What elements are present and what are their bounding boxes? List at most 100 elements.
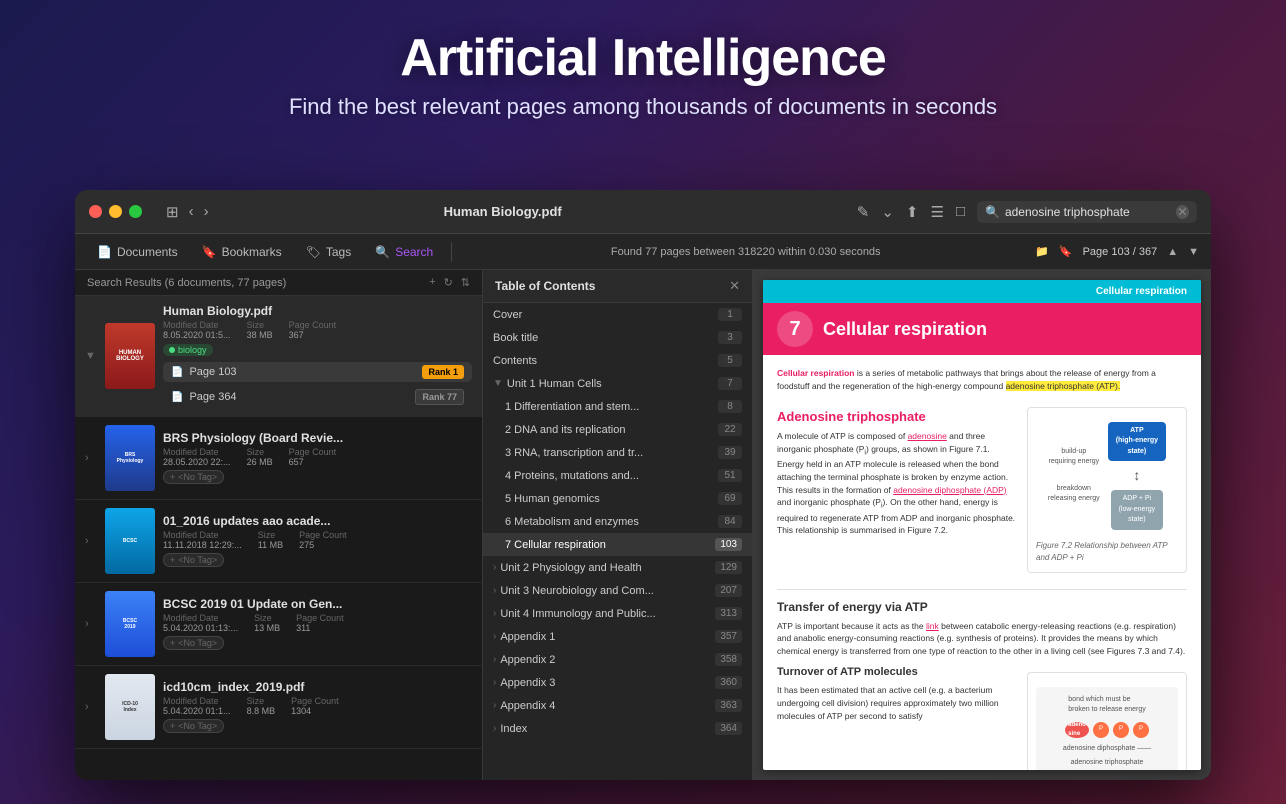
- modified-value-2: 28.05.2020 22:...: [163, 457, 231, 467]
- toc-ch1[interactable]: 1 Differentiation and stem... 8: [483, 395, 752, 418]
- size-value-4: 13 MB: [254, 623, 280, 633]
- global-search-bar[interactable]: 🔍 ✕: [977, 201, 1197, 223]
- doc-info-3: 01_2016 updates aao acade... Modified Da…: [163, 514, 472, 568]
- doc-name-4: BCSC 2019 01 Update on Gen...: [163, 597, 472, 611]
- doc-item-human-biology[interactable]: ▼ HUMANBIOLOGY Human Biology.pdf Modifie…: [75, 296, 482, 417]
- toc-ch7[interactable]: 7 Cellular respiration 103: [483, 533, 752, 556]
- atp-diagram: build-uprequiring energy breakdownreleas…: [1036, 416, 1178, 536]
- add-icon[interactable]: +: [429, 276, 435, 289]
- toc-appendix1[interactable]: › Appendix 1 357: [483, 625, 752, 648]
- share-icon[interactable]: ⬆: [906, 203, 919, 221]
- doc-tag-3[interactable]: + <No Tag>: [163, 553, 224, 567]
- toc-close-button[interactable]: ✕: [729, 278, 740, 294]
- toc-ch5[interactable]: 5 Human genomics 69: [483, 487, 752, 510]
- toc-ch4-page: 51: [718, 469, 742, 482]
- toc-book-title[interactable]: Book title 3: [483, 326, 752, 349]
- toc-list: Cover 1 Book title 3 Contents 5 ▼ Unit 1…: [483, 303, 752, 780]
- toc-unit2[interactable]: › Unit 2 Physiology and Health 129: [483, 556, 752, 579]
- doc-meta-2: Modified Date 28.05.2020 22:... Size 26 …: [163, 447, 472, 467]
- toc-unit3[interactable]: › Unit 3 Neurobiology and Com... 207: [483, 579, 752, 602]
- tab-bookmarks[interactable]: 🔖 Bookmarks: [192, 241, 292, 263]
- sidebar: Search Results (6 documents, 77 pages) +…: [75, 270, 483, 780]
- modified-label-2: Modified Date: [163, 447, 231, 457]
- traffic-lights: [89, 205, 142, 218]
- page-result-364[interactable]: 📄 Page 364 Rank 77: [163, 386, 472, 408]
- pdf-para3: It has been estimated that an active cel…: [777, 684, 1017, 722]
- minimize-button[interactable]: [109, 205, 122, 218]
- doc-chevron-2: ›: [85, 452, 97, 464]
- pagecount-label-1: Page Count: [289, 320, 337, 330]
- pdf-area[interactable]: Cellular respiration 7 Cellular respirat…: [753, 270, 1211, 780]
- doc-tag-2[interactable]: + <No Tag>: [163, 470, 224, 484]
- breakdown-label: breakdownreleasing energy: [1048, 484, 1100, 505]
- doc-tag-4[interactable]: + <No Tag>: [163, 636, 224, 650]
- toc-ch6[interactable]: 6 Metabolism and enzymes 84: [483, 510, 752, 533]
- list-view-icon[interactable]: ☰: [930, 203, 943, 221]
- doc-item-brs[interactable]: › BRSPhysiology BRS Physiology (Board Re…: [75, 417, 482, 500]
- doc-meta-5: Modified Date 5.04.2020 01:1... Size 8.8…: [163, 696, 472, 716]
- tab-documents[interactable]: 📄 Documents: [87, 241, 188, 263]
- toc-appendix3[interactable]: › Appendix 3 360: [483, 671, 752, 694]
- doc-tag-5[interactable]: + <No Tag>: [163, 719, 224, 733]
- toc-index[interactable]: › Index 364: [483, 717, 752, 740]
- size-value-1: 38 MB: [247, 330, 273, 340]
- pdf-section2: Transfer of energy via ATP ATP is import…: [777, 589, 1187, 658]
- doc-thumb-5: ICD-10Index: [105, 674, 155, 740]
- pdf-lower-two-col: Turnover of ATP molecules It has been es…: [777, 664, 1187, 770]
- modified-value-3: 11.11.2018 12:29:...: [163, 540, 242, 550]
- annotate-dropdown-icon[interactable]: ⌄: [881, 203, 894, 221]
- pagecount-value-4: 311: [296, 623, 344, 633]
- doc-name-3: 01_2016 updates aao acade...: [163, 514, 472, 528]
- doc-item-updates[interactable]: › BCSC 01_2016 updates aao acade... Modi…: [75, 500, 482, 583]
- tag-plus-5: +: [170, 721, 175, 731]
- doc-info-2: BRS Physiology (Board Revie... Modified …: [163, 431, 472, 485]
- toc-unit4[interactable]: › Unit 4 Immunology and Public... 313: [483, 602, 752, 625]
- tab-search[interactable]: 🔍 Search: [365, 241, 443, 263]
- annotate-icon[interactable]: ✎: [857, 203, 870, 221]
- folder-icon[interactable]: 📁: [1035, 245, 1049, 258]
- sidebar-list: ▼ HUMANBIOLOGY Human Biology.pdf Modifie…: [75, 296, 482, 780]
- clear-search-button[interactable]: ✕: [1176, 205, 1189, 219]
- page-up-icon[interactable]: ▲: [1167, 246, 1178, 258]
- toc-contents-label: Contents: [493, 355, 718, 367]
- size-value-2: 26 MB: [247, 457, 273, 467]
- tab-tags[interactable]: 🏷 Tags: [296, 241, 362, 263]
- bookmark-add-icon[interactable]: 🔖: [1059, 245, 1073, 258]
- pdf-right-col: build-uprequiring energy breakdownreleas…: [1027, 399, 1187, 581]
- toc-ch3[interactable]: 3 RNA, transcription and tr... 39: [483, 441, 752, 464]
- toolbar: 📄 Documents 🔖 Bookmarks 🏷 Tags 🔍 Search …: [75, 234, 1211, 270]
- toc-appendix2[interactable]: › Appendix 2 358: [483, 648, 752, 671]
- section-label: Cellular respiration: [1096, 286, 1187, 297]
- toc-cover[interactable]: Cover 1: [483, 303, 752, 326]
- size-label-5: Size: [247, 696, 276, 706]
- toc-book-title-page: 3: [718, 331, 742, 344]
- cycle-arrow: ↕: [1133, 465, 1140, 486]
- sidebar-results-label: Search Results (6 documents, 77 pages): [87, 277, 286, 289]
- adenosine-circle: adenosine: [1065, 722, 1089, 738]
- sort-icon[interactable]: ⇅: [461, 276, 470, 289]
- close-button[interactable]: [89, 205, 102, 218]
- page-down-icon[interactable]: ▼: [1188, 246, 1199, 258]
- search-input[interactable]: [1005, 205, 1171, 219]
- maximize-button[interactable]: [129, 205, 142, 218]
- toc-book-title-label: Book title: [493, 332, 718, 344]
- refresh-icon[interactable]: ↻: [444, 276, 453, 289]
- sidebar-header-actions: + ↻ ⇅: [429, 276, 470, 289]
- hero-section: Artificial Intelligence Find the best re…: [0, 0, 1286, 140]
- doc-tag-1[interactable]: biology: [163, 344, 213, 356]
- toc-contents[interactable]: Contents 5: [483, 349, 752, 372]
- tag-plus-3: +: [170, 555, 175, 565]
- doc-item-icd[interactable]: › ICD-10Index icd10cm_index_2019.pdf Mod…: [75, 666, 482, 749]
- modified-value-1: 8.05.2020 01:5...: [163, 330, 231, 340]
- doc-chevron-4: ›: [85, 618, 97, 630]
- toc-ch4[interactable]: 4 Proteins, mutations and... 51: [483, 464, 752, 487]
- p3-circle: P: [1133, 722, 1149, 738]
- doc-item-bcsc[interactable]: › BCSC2019 BCSC 2019 01 Update on Gen...…: [75, 583, 482, 666]
- page-result-103[interactable]: 📄 Page 103 Rank 1: [163, 362, 472, 382]
- toc-ch2[interactable]: 2 DNA and its replication 22: [483, 418, 752, 441]
- toc-unit4-label: Unit 4 Immunology and Public...: [500, 608, 715, 620]
- toc-unit1[interactable]: ▼ Unit 1 Human Cells 7: [483, 372, 752, 395]
- grid-view-icon[interactable]: □: [956, 203, 965, 220]
- toc-appendix4[interactable]: › Appendix 4 363: [483, 694, 752, 717]
- toc-unit1-label: Unit 1 Human Cells: [507, 378, 718, 390]
